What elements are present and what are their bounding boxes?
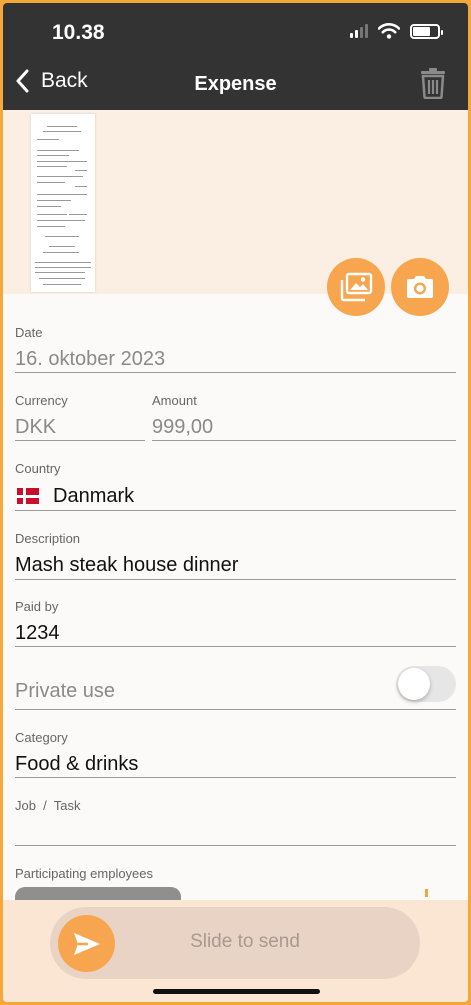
receipt-thumbnail[interactable]: [31, 114, 95, 292]
trash-icon: [421, 68, 445, 100]
job-task-label: Job / Task: [15, 798, 81, 813]
date-value: 16. oktober 2023: [15, 348, 166, 370]
delete-button[interactable]: [420, 67, 446, 104]
currency-field[interactable]: Currency DKK: [15, 393, 145, 441]
private-use-label: Private use: [15, 680, 116, 702]
category-value: Food & drinks: [15, 753, 139, 775]
add-employee-indicator: [425, 889, 428, 897]
receipt-image-area: [3, 110, 468, 316]
top-bar: 10.38 Back Expense: [3, 3, 468, 110]
currency-label: Currency: [15, 393, 68, 408]
date-field[interactable]: Date 16. oktober 2023: [15, 325, 456, 373]
wifi-icon: [378, 23, 400, 39]
category-label: Category: [15, 730, 68, 745]
private-use-toggle[interactable]: [396, 666, 456, 702]
country-field[interactable]: Country Danmark: [15, 461, 456, 511]
amount-label: Amount: [152, 393, 197, 408]
country-label: Country: [15, 461, 61, 476]
camera-icon: [407, 276, 433, 298]
gallery-button[interactable]: [327, 258, 385, 316]
gallery-icon: [340, 272, 373, 302]
slide-to-send[interactable]: Slide to send: [50, 907, 420, 979]
signal-icon: [350, 24, 368, 38]
description-field[interactable]: Description Mash steak house dinner: [15, 531, 456, 580]
paid-by-label: Paid by: [15, 599, 59, 614]
paid-by-value: 1234: [15, 622, 60, 644]
page-title: Expense: [194, 73, 277, 95]
date-label: Date: [15, 325, 43, 340]
category-field[interactable]: Category Food & drinks: [15, 730, 456, 778]
paid-by-field[interactable]: Paid by 1234: [15, 599, 456, 647]
app-screen: 10.38 Back Expense Date 16. oktober 2023…: [3, 3, 468, 1002]
bottom-bar: Slide to send: [3, 900, 468, 1002]
camera-button[interactable]: [391, 258, 449, 316]
description-label: Description: [15, 531, 81, 546]
amount-value: 999,00: [152, 416, 214, 438]
amount-field[interactable]: Amount 999,00: [152, 393, 456, 441]
country-value: Danmark: [53, 485, 135, 507]
description-value: Mash steak house dinner: [15, 554, 239, 576]
private-use-row: Private use: [15, 666, 456, 710]
slide-label: Slide to send: [190, 931, 300, 952]
battery-icon: [410, 23, 443, 39]
participating-label: Participating employees: [15, 866, 154, 881]
status-time: 10.38: [52, 21, 105, 44]
home-indicator: [153, 989, 320, 994]
denmark-flag-icon: [17, 488, 39, 504]
currency-value: DKK: [15, 416, 57, 438]
status-icons: [350, 23, 443, 39]
job-task-field[interactable]: Job / Task: [15, 798, 456, 846]
